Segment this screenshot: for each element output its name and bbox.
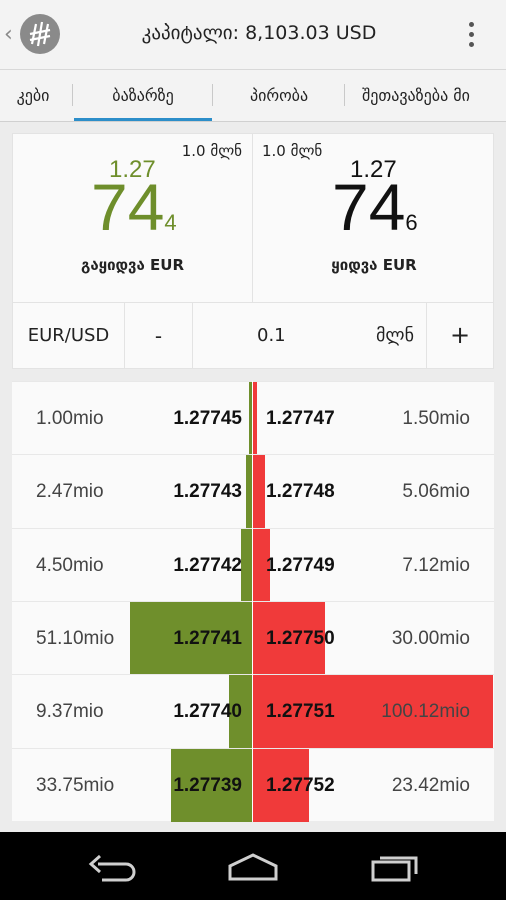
ask-volume: 30.00mio	[391, 627, 470, 649]
ask-price[interactable]: 1.27750	[266, 602, 335, 675]
ask-volume: 5.06mio	[402, 481, 470, 503]
chevron-left-icon[interactable]: ‹	[4, 22, 13, 47]
system-navigation-bar	[0, 832, 506, 900]
bid-price[interactable]: 1.27739	[173, 749, 242, 822]
ask-volume: 7.12mio	[402, 554, 470, 576]
recents-icon[interactable]	[370, 852, 420, 882]
depth-row[interactable]: 9.37mio 1.27740 1.27751 100.12mio	[12, 674, 494, 749]
bid-price[interactable]: 1.27741	[173, 602, 242, 675]
home-icon[interactable]	[226, 852, 280, 882]
bid-price[interactable]: 1.27740	[173, 675, 242, 748]
bid-volume: 51.10mio	[36, 627, 115, 649]
ask-price[interactable]: 1.27747	[266, 382, 335, 455]
order-controls: EUR/USD - 0.1 მლნ +	[13, 302, 493, 369]
app-logo-icon[interactable]	[20, 14, 60, 54]
buy-price-pips: 746	[332, 170, 418, 244]
sell-label: გაყიდვა EUR	[80, 256, 185, 274]
currency-pair-selector[interactable]: EUR/USD	[13, 303, 125, 369]
amount-unit: მლნ	[376, 325, 414, 346]
decrease-amount-button[interactable]: -	[125, 303, 193, 369]
depth-row[interactable]: 51.10mio 1.27741 1.27750 30.00mio	[12, 600, 494, 675]
market-depth-book: 1.00mio 1.27745 1.27747 1.50mio 2.47mio 1.277…	[12, 381, 494, 822]
bid-price[interactable]: 1.27745	[173, 382, 242, 455]
sell-price-pips: 744	[91, 170, 177, 244]
tab-offers[interactable]: შეთავაზება მი	[362, 70, 506, 120]
ask-volume: 23.42mio	[391, 774, 470, 796]
bid-volume: 4.50mio	[36, 554, 104, 576]
buy-lot-size: 1.0 მლნ	[262, 142, 323, 160]
bid-volume: 1.00mio	[36, 408, 104, 429]
bid-volume-bar	[241, 528, 252, 602]
action-bar: ‹ კაპიტალი: 8,103.03 USD	[0, 0, 506, 70]
bid-volume: 33.75mio	[36, 774, 115, 796]
bid-price[interactable]: 1.27743	[173, 455, 242, 528]
account-capital-title: კაპიტალი: 8,103.03 USD	[141, 22, 377, 44]
sell-quote-button[interactable]: 1.0 მლნ 1.27 744 გაყიდვა EUR	[13, 134, 253, 302]
ask-volume-bar	[253, 382, 257, 455]
tab-market[interactable]: ბაზარზე	[74, 70, 212, 121]
buy-label: ყიდვა EUR	[331, 256, 417, 274]
ask-volume: 100.12mio	[381, 701, 470, 723]
ask-price[interactable]: 1.27749	[266, 529, 335, 602]
depth-row[interactable]: 4.50mio 1.27742 1.27749 7.12mio	[12, 527, 494, 602]
increase-amount-button[interactable]: +	[427, 303, 493, 369]
depth-row[interactable]: 33.75mio 1.27739 1.27752 23.42mio	[12, 747, 494, 822]
bid-volume: 2.47mio	[36, 481, 104, 503]
quote-card: 1.0 მლნ 1.27 744 გაყიდვა EUR 1.0 მლნ 1.2…	[12, 133, 494, 369]
tab-bar: კები ბაზარზე პირობა შეთავაზება მი	[0, 70, 506, 122]
ask-price[interactable]: 1.27748	[266, 455, 335, 528]
ask-volume-bar	[253, 455, 266, 529]
tab-conditions[interactable]: პირობა	[214, 70, 344, 120]
back-icon[interactable]	[88, 852, 138, 882]
depth-center-divider	[252, 381, 253, 821]
ask-price[interactable]: 1.27752	[266, 749, 335, 822]
overflow-menu-icon[interactable]	[466, 22, 476, 48]
tab-positions[interactable]: კები	[0, 70, 68, 120]
sell-lot-size: 1.0 მლნ	[181, 142, 242, 160]
ask-price[interactable]: 1.27751	[266, 675, 335, 748]
bid-price[interactable]: 1.27742	[173, 529, 242, 602]
ask-volume: 1.50mio	[402, 408, 470, 429]
buy-quote-button[interactable]: 1.0 მლნ 1.27 746 ყიდვა EUR	[254, 134, 494, 302]
amount-value: 0.1	[257, 325, 286, 346]
depth-row[interactable]: 2.47mio 1.27743 1.27748 5.06mio	[12, 454, 494, 529]
bid-volume: 9.37mio	[36, 701, 104, 723]
depth-row[interactable]: 1.00mio 1.27745 1.27747 1.50mio	[12, 381, 494, 455]
amount-field[interactable]: 0.1 მლნ	[193, 303, 427, 369]
